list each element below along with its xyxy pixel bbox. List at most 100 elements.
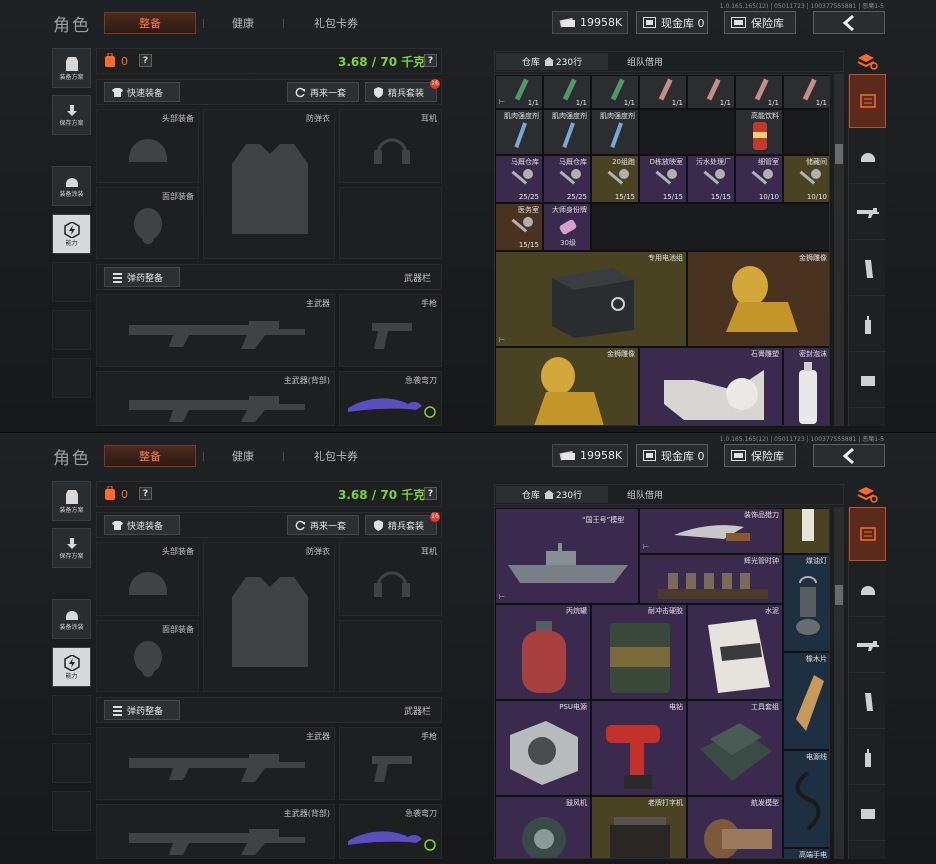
ship-model-item[interactable]: “国王号”模型 ⊢ xyxy=(495,508,639,604)
save-plan-button[interactable]: 保存方案 xyxy=(52,95,91,135)
elite-set-button[interactable]: 精兵套装 xyxy=(365,515,437,535)
elite-set-button[interactable]: 精兵套装 xyxy=(365,82,437,102)
sort-stack-icon[interactable] xyxy=(856,485,878,503)
tab-health[interactable]: 健康 xyxy=(211,445,275,467)
cement-item[interactable]: 水泥 xyxy=(687,604,783,700)
category-all[interactable] xyxy=(849,507,886,561)
injector-item[interactable]: 1/1 xyxy=(543,75,591,109)
category-rifle[interactable] xyxy=(849,186,886,240)
dog-tag-item[interactable]: 大师身份牌 30级 xyxy=(543,203,591,251)
impact-glue-item[interactable]: 耐冲击硬胶 xyxy=(591,604,687,700)
muscle-booster-item[interactable]: 肌肉强度剂 xyxy=(591,109,639,155)
scrollbar-thumb[interactable] xyxy=(835,144,843,164)
sort-stack-icon[interactable] xyxy=(856,52,878,70)
battery-item[interactable]: 专用电池组 ⊢ xyxy=(495,251,687,347)
injector-item[interactable]: 1/1 xyxy=(591,75,639,109)
primary-back-slot[interactable]: 主武器(背部) xyxy=(96,804,335,859)
tab-warehouse[interactable]: 仓库 230行 xyxy=(496,486,608,503)
melee-slot[interactable]: 急袭弯刀 xyxy=(339,804,442,859)
back-button[interactable] xyxy=(813,11,885,34)
melee-slot[interactable]: 急袭弯刀 xyxy=(339,371,442,426)
earphone-slot[interactable]: 耳机 xyxy=(339,109,442,183)
pistol-slot[interactable]: 手枪 xyxy=(339,727,442,800)
category-armor[interactable] xyxy=(849,787,886,841)
key-item[interactable]: 医务室 15/15 xyxy=(495,203,543,251)
primary-back-slot[interactable]: 主武器(背部) xyxy=(96,371,335,426)
injector-item[interactable]: 1/1 xyxy=(687,75,735,109)
save-plan-button[interactable]: 保存方案 xyxy=(52,528,91,568)
armor-slot[interactable]: 防弹衣 xyxy=(203,542,335,692)
tab-team-borrow[interactable]: 组队借用 xyxy=(612,53,678,70)
again-button[interactable]: 再来一套 xyxy=(287,515,359,535)
category-attachment[interactable] xyxy=(849,731,886,785)
oak-plank-item[interactable]: 橡木片 xyxy=(783,652,829,750)
category-helmet[interactable] xyxy=(849,130,886,184)
candle-item[interactable] xyxy=(783,508,829,554)
key-item[interactable]: 污水处理厂 15/15 xyxy=(687,155,735,203)
key-item[interactable]: 20组跑 15/15 xyxy=(591,155,639,203)
typewriter-item[interactable]: 老牌打字机 xyxy=(591,796,687,858)
category-rifle[interactable] xyxy=(849,619,886,673)
key-item[interactable]: 马厩仓库 25/25 xyxy=(543,155,591,203)
sealing-foam-item[interactable]: 密封泡沫 xyxy=(783,347,829,425)
energy-drink-item[interactable]: 高能饮料 xyxy=(735,109,783,155)
extra-slot[interactable] xyxy=(339,620,442,692)
loadout-plan-button[interactable]: 装备方案 xyxy=(52,481,91,521)
quick-equip-button[interactable]: 快速装备 xyxy=(104,82,180,102)
blower-item[interactable]: 鼓风机 xyxy=(495,796,591,858)
tab-gear[interactable]: 整备 xyxy=(104,445,196,467)
help-button[interactable]: ? xyxy=(139,487,152,500)
power-cable-item[interactable]: 电源线 xyxy=(783,750,829,848)
propane-tank-item[interactable]: 丙烷罐 xyxy=(495,604,591,700)
injector-item[interactable]: 1/1 xyxy=(735,75,783,109)
flashlight-item[interactable]: 高端手电 xyxy=(783,848,829,858)
cash-vault-button[interactable]: 现金库 0 xyxy=(636,444,708,467)
vault-button[interactable]: 保险库 xyxy=(724,11,796,34)
helmet-slot[interactable]: 头部装备 xyxy=(96,109,199,183)
gold-lion-item[interactable]: 金狮雕像 xyxy=(495,347,639,425)
empty-cell[interactable] xyxy=(783,109,829,155)
storage-scrollbar[interactable] xyxy=(834,507,844,859)
quick-equip-button[interactable]: 快速装备 xyxy=(104,515,180,535)
muscle-booster-item[interactable]: 肌肉强度剂 xyxy=(495,109,543,155)
cash-vault-button[interactable]: 现金库 0 xyxy=(636,11,708,34)
helmet-slot[interactable]: 头部装备 xyxy=(96,542,199,616)
tab-gift-coupons[interactable]: 礼包卡券 xyxy=(291,445,381,467)
injector-item[interactable]: 1/1 xyxy=(639,75,687,109)
again-button[interactable]: 再来一套 xyxy=(287,82,359,102)
category-helmet[interactable] xyxy=(849,563,886,617)
gear-skin-button[interactable]: 装备涂装 xyxy=(52,599,91,639)
back-button[interactable] xyxy=(813,444,885,467)
plaster-sculpture-item[interactable]: 石膏雕塑 xyxy=(639,347,783,425)
empty-cell[interactable] xyxy=(639,109,735,155)
ability-button[interactable]: 能力 xyxy=(52,214,91,254)
ammo-button[interactable]: 弹药整备 xyxy=(104,700,180,720)
psu-item[interactable]: PSU电源 xyxy=(495,700,591,796)
gold-lion-item[interactable]: 金狮雕像 xyxy=(687,251,829,347)
vault-button[interactable]: 保险库 xyxy=(724,444,796,467)
pistol-slot[interactable]: 手枪 xyxy=(339,294,442,367)
tab-team-borrow[interactable]: 组队借用 xyxy=(612,486,678,503)
loadout-plan-button[interactable]: 装备方案 xyxy=(52,48,91,88)
drill-item[interactable]: 电钻 xyxy=(591,700,687,796)
category-magazine[interactable] xyxy=(849,675,886,729)
ammo-button[interactable]: 弹药整备 xyxy=(104,267,180,287)
gear-skin-button[interactable]: 装备涂装 xyxy=(52,166,91,206)
toolbox-item[interactable]: 工具套组 xyxy=(687,700,783,796)
category-magazine[interactable] xyxy=(849,242,886,296)
scrollbar-thumb[interactable] xyxy=(835,585,843,605)
decor-knife-item[interactable]: 装饰品猎刀 ⊢ xyxy=(639,508,783,554)
kerosene-lamp-item[interactable]: 煤油灯 xyxy=(783,554,829,652)
tab-health[interactable]: 健康 xyxy=(211,12,275,34)
key-item[interactable]: 储藏间 10/10 xyxy=(783,155,829,203)
injector-item[interactable]: 1/1 ⊢ xyxy=(495,75,543,109)
help-button[interactable]: ? xyxy=(139,54,152,67)
face-slot[interactable]: 面部装备 xyxy=(96,187,199,259)
category-all[interactable] xyxy=(849,74,886,128)
face-slot[interactable]: 面部装备 xyxy=(96,620,199,692)
key-item[interactable]: 马厩仓库 25/25 xyxy=(495,155,543,203)
key-item[interactable]: D栋放映室 15/15 xyxy=(639,155,687,203)
weight-help-button[interactable]: ? xyxy=(424,487,437,500)
storage-scrollbar[interactable] xyxy=(834,74,844,426)
injector-item[interactable]: 1/1 xyxy=(783,75,829,109)
